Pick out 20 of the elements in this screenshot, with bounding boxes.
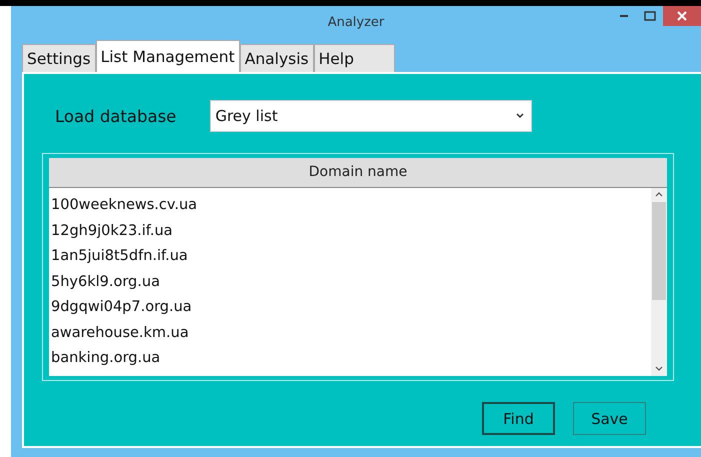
column-header[interactable]: Domain name [49, 158, 667, 188]
domain-row[interactable]: banking.org.ua [49, 346, 651, 372]
tab[interactable]: Analysis [240, 44, 314, 72]
domain-row[interactable]: 9dgqwi04p7.org.ua [49, 295, 651, 320]
domain-row[interactable]: 100weeknews.cv.ua [49, 193, 651, 218]
domain-row[interactable]: awarehouse.km.ua [49, 320, 651, 346]
scrollbar[interactable] [651, 188, 667, 376]
find-button[interactable]: Find [482, 402, 555, 435]
chevron-down-icon [515, 112, 526, 120]
load-database-label: Load database [55, 106, 176, 126]
domain-row[interactable]: 12gh9j0k23.if.ua [49, 218, 651, 244]
window-title: Analyzer [328, 14, 384, 30]
database-dropdown[interactable]: Grey list [210, 100, 532, 132]
domain-row[interactable]: 5hy6kl9.org.ua [49, 270, 651, 295]
tab[interactable]: Help [314, 44, 395, 72]
tab[interactable]: Settings [22, 44, 96, 72]
tab[interactable]: List Management [96, 40, 240, 72]
domain-row[interactable]: 1an5jui8t5dfn.if.ua [49, 244, 651, 270]
save-button[interactable]: Save [573, 402, 646, 435]
close-icon[interactable] [663, 6, 701, 26]
